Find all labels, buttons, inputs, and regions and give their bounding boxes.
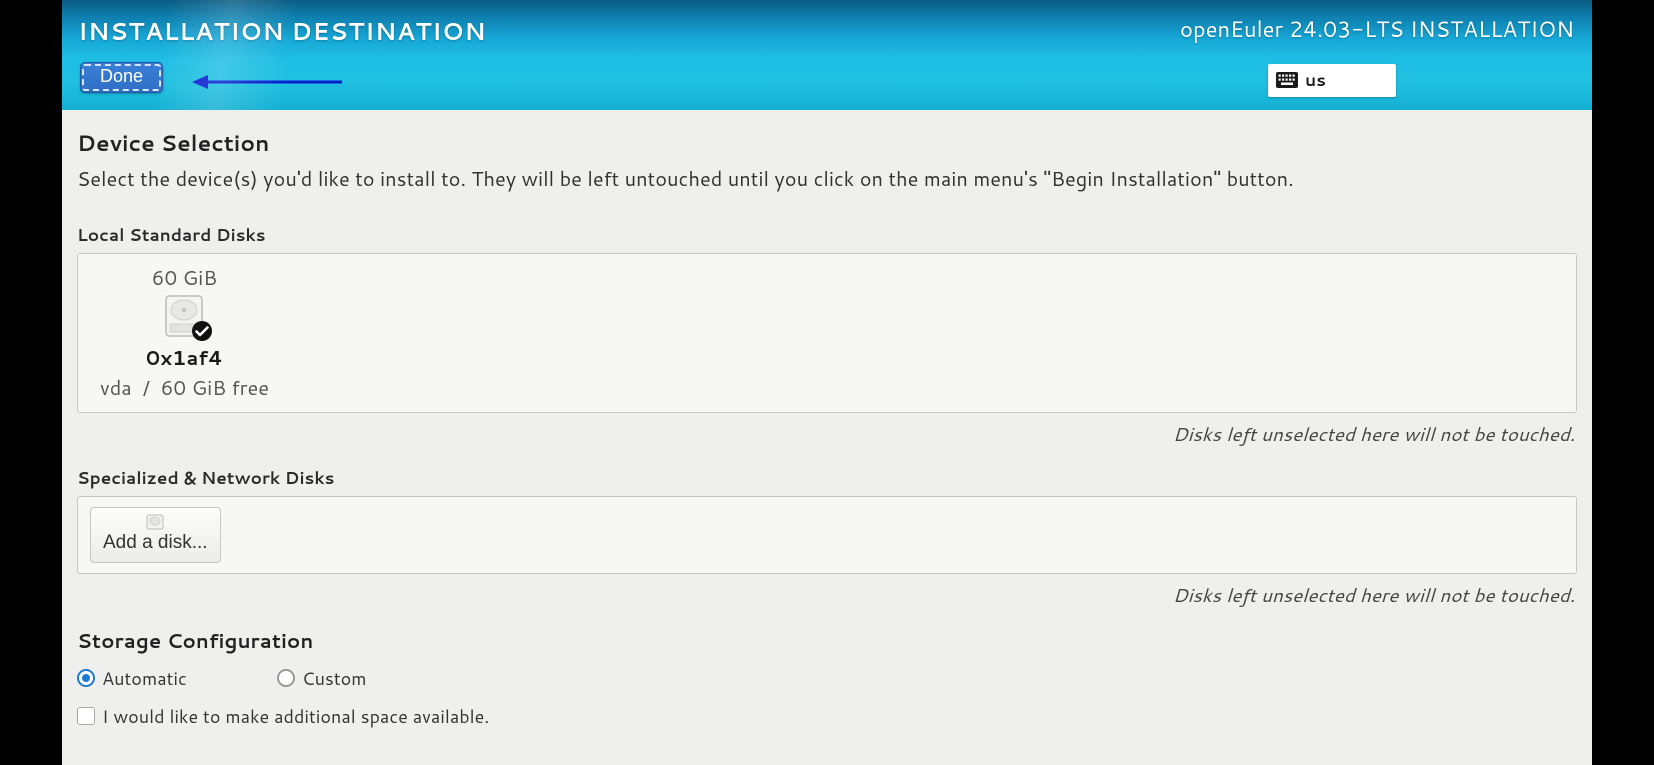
radio-custom[interactable]: Custom xyxy=(277,665,367,691)
device-selection-help: Select the device(s) you'd like to insta… xyxy=(77,165,1577,193)
special-disks-label: Specialized & Network Disks xyxy=(77,466,1577,490)
keyboard-layout-text: us xyxy=(1305,68,1326,92)
local-disks-hint: Disks left unselected here will not be t… xyxy=(77,421,1575,448)
small-disk-icon xyxy=(146,514,164,530)
disk-model: 0x1af4 xyxy=(146,344,223,372)
product-line: openEuler 24.03-LTS INSTALLATION xyxy=(1180,14,1574,45)
done-button[interactable]: Done xyxy=(80,62,163,93)
spoke-body: Device Selection Select the device(s) yo… xyxy=(62,110,1592,765)
local-disks-label: Local Standard Disks xyxy=(77,223,1577,247)
reclaim-space-label: I would like to make additional space av… xyxy=(102,703,489,729)
radio-selected-icon xyxy=(77,669,95,687)
special-disks-hint: Disks left unselected here will not be t… xyxy=(77,582,1575,609)
header-bar: INSTALLATION DESTINATION Done openEuler … xyxy=(62,0,1592,110)
disk-tile[interactable]: 60 GiB 0x1af4 vda xyxy=(90,264,279,402)
radio-custom-label: Custom xyxy=(302,665,367,691)
radio-automatic-label: Automatic xyxy=(102,665,187,691)
add-a-disk-label: Add a disk... xyxy=(103,532,208,554)
reclaim-space-checkbox[interactable]: I would like to make additional space av… xyxy=(77,703,489,729)
radio-automatic[interactable]: Automatic xyxy=(77,665,187,691)
storage-configuration-title: Storage Configuration xyxy=(77,627,1577,655)
storage-radio-row: Automatic Custom xyxy=(77,665,1577,691)
local-disks-box: 60 GiB 0x1af4 vda xyxy=(77,253,1577,413)
harddrive-icon xyxy=(159,294,209,340)
check-circle-icon xyxy=(191,320,213,342)
disk-detail: vda / 60 GiB free xyxy=(100,374,269,402)
disk-size: 60 GiB xyxy=(152,264,217,292)
keyboard-layout-indicator[interactable]: us xyxy=(1268,64,1396,97)
installer-window: INSTALLATION DESTINATION Done openEuler … xyxy=(62,0,1592,765)
device-selection-title: Device Selection xyxy=(77,128,1577,159)
add-a-disk-button[interactable]: Add a disk... xyxy=(90,507,221,563)
radio-unselected-icon xyxy=(277,669,295,687)
keyboard-icon xyxy=(1276,72,1298,88)
special-disks-box: Add a disk... xyxy=(77,496,1577,574)
storage-configuration: Storage Configuration Automatic Custom I… xyxy=(77,627,1577,731)
page-title: INSTALLATION DESTINATION xyxy=(78,14,486,48)
annotation-arrow xyxy=(192,72,342,92)
checkbox-unchecked-icon xyxy=(77,707,95,725)
